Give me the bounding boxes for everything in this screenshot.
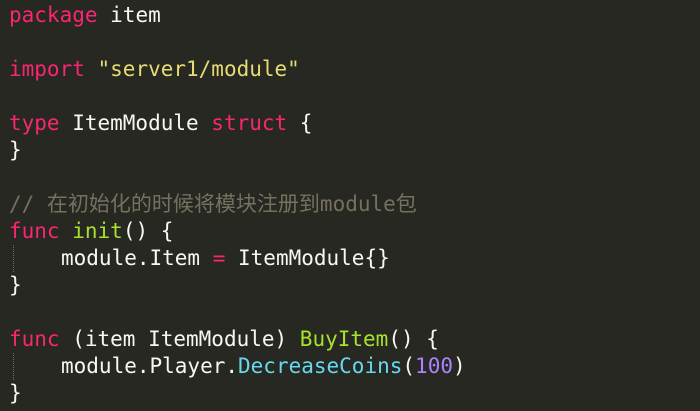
method-receiver: (item ItemModule): [59, 327, 300, 351]
keyword-import: import: [9, 57, 85, 81]
call-close-paren: ): [452, 354, 466, 378]
code-line-5: type ItemModule struct {: [0, 110, 700, 137]
import-path: "server1/module": [97, 57, 300, 81]
struct-open-brace: {: [287, 111, 313, 135]
package-name: item: [97, 3, 161, 27]
call-prefix: module.Player.: [61, 354, 239, 378]
code-line-7-empty: [0, 164, 700, 191]
code-comment: // 在初始化的时候将模块注册到module包: [9, 192, 417, 216]
code-line-6: }: [0, 137, 700, 164]
function-name-buyitem: BuyItem: [299, 327, 389, 351]
assign-operator: =: [212, 246, 226, 270]
keyword-func-2: func: [9, 327, 60, 351]
code-line-2-empty: [0, 29, 700, 56]
code-line-11: }: [0, 272, 700, 299]
code-line-13: func (item ItemModule) BuyItem() {: [0, 326, 700, 353]
code-line-9: func init() {: [0, 218, 700, 245]
call-open-paren: (: [402, 354, 416, 378]
call-decreasecoins: DecreaseCoins: [238, 354, 403, 378]
code-line-12-empty: [0, 299, 700, 326]
code-line-3: import "server1/module": [0, 56, 700, 83]
keyword-struct: struct: [211, 111, 288, 135]
assign-left: module.Item: [61, 246, 213, 270]
number-literal: 100: [415, 354, 453, 378]
buyitem-signature-rest: () {: [388, 327, 439, 351]
code-line-14: module.Player.DecreaseCoins(100): [0, 353, 700, 380]
init-signature-rest: () {: [122, 219, 174, 243]
code-line-15: }: [0, 380, 700, 407]
type-name: ItemModule: [59, 111, 212, 135]
keyword-func: func: [9, 219, 60, 243]
func-space: [60, 219, 73, 243]
code-line-10: module.Item = ItemModule{}: [0, 245, 700, 272]
function-name-init: init: [72, 219, 123, 243]
code-line-8: // 在初始化的时候将模块注册到module包: [0, 191, 700, 218]
code-line-4-empty: [0, 83, 700, 110]
struct-close-brace: }: [9, 138, 22, 162]
init-close-brace: }: [9, 273, 22, 297]
assign-right: ItemModule{}: [225, 246, 390, 270]
code-line-1: package item: [0, 2, 700, 29]
buyitem-close-brace: }: [9, 381, 22, 405]
indent-guide-2: [13, 353, 14, 380]
import-space: [85, 57, 98, 81]
indent-guide: [13, 245, 14, 272]
keyword-package: package: [9, 3, 98, 27]
keyword-type: type: [9, 111, 60, 135]
code-editor[interactable]: package item import "server1/module" typ…: [0, 0, 700, 411]
